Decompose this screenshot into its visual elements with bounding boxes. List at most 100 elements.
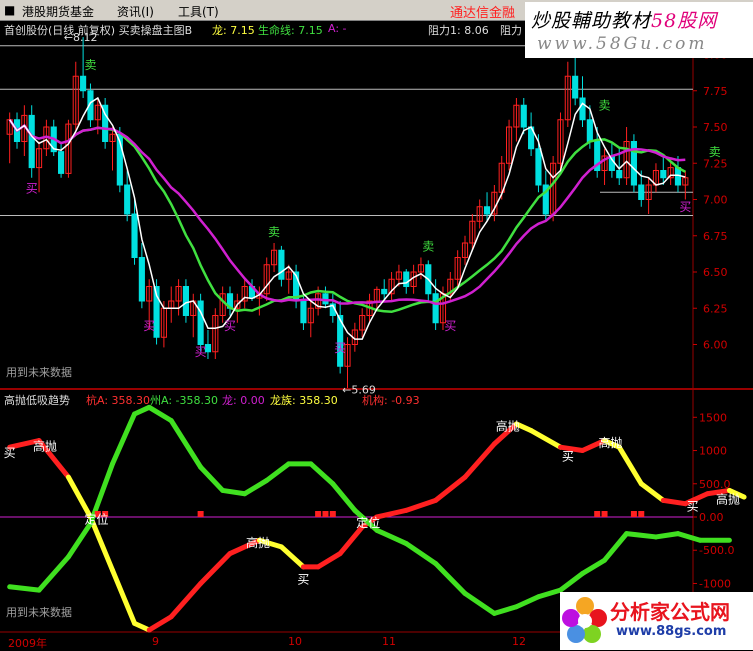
slow-ma-line: [8, 119, 686, 306]
buy-signal: 买: [334, 341, 346, 355]
watermark-58gu-brand: 58股网: [651, 10, 718, 32]
menu-item-tools[interactable]: 工具(T): [178, 3, 219, 20]
watermark-58gu-text: 炒股輔助教材: [531, 10, 652, 32]
date-label-12: 12: [512, 635, 526, 648]
candle-body: [483, 206, 491, 215]
osc-line-b: [403, 541, 439, 567]
sub-legend-ka: 杭A: 358.30: [86, 394, 151, 407]
candle-body: [535, 148, 542, 186]
date-label-9: 9: [152, 635, 159, 648]
osc-line-b: [264, 461, 292, 483]
osc-line-a2: [462, 441, 497, 480]
osc-line-b: [65, 521, 93, 560]
candle-body: [586, 119, 593, 142]
price-tick-label: 6.50: [703, 266, 728, 279]
main-legend-life-line: 生命线: 7.15: [258, 24, 323, 37]
buy-signal: 买: [26, 181, 38, 195]
osc-line-b: [491, 604, 519, 616]
osc-line-b: [220, 487, 248, 497]
osc-line-b: [36, 554, 71, 593]
date-label-year: 2009年: [8, 637, 47, 650]
osc-tick-label: 0.00: [699, 511, 724, 524]
osc-line-b: [653, 531, 681, 540]
osc-line-a2: [198, 551, 233, 586]
candle-body: [131, 213, 138, 258]
price-tick-label: 7.75: [703, 85, 728, 98]
osc-line-b: [242, 477, 270, 497]
sub-legend-opp: 机构: -0.93: [362, 394, 420, 407]
osc-tick-label: -500.0: [699, 544, 734, 557]
date-label-10: 10: [288, 635, 302, 648]
buy-signal: 买: [195, 345, 207, 359]
osc-high-sell-label: 高抛: [496, 419, 520, 434]
watermark-58gu-url: www.58Gu.com: [537, 34, 708, 54]
osc-line-a2: [278, 544, 306, 570]
sell-signal: 卖: [599, 99, 611, 113]
candle-body: [300, 300, 307, 324]
sell-signal: 卖: [422, 239, 434, 253]
osc-buy-label: 买: [4, 446, 16, 460]
panel-separator: [0, 388, 753, 390]
candle-body: [28, 114, 35, 169]
osc-line-b: [557, 571, 586, 593]
osc-bar: [329, 511, 336, 517]
chart-area[interactable]: 8.007.757.507.257.006.756.506.256.001500…: [0, 20, 753, 650]
menu-icon[interactable]: ■: [4, 3, 15, 17]
buy-signal: 买: [143, 319, 155, 333]
flower-logo-icon: [562, 597, 607, 643]
osc-bar: [315, 511, 322, 517]
osc-line-b: [308, 461, 336, 487]
osc-tick-label: 1000: [699, 445, 727, 458]
osc-line-a2: [337, 524, 365, 557]
buy-signal: 买: [679, 200, 691, 214]
life-line: [67, 126, 686, 314]
main-legend-long: 龙: 7.15: [212, 24, 255, 37]
candle-body: [520, 104, 527, 128]
candle-body: [572, 75, 579, 99]
menu-item-news[interactable]: 资讯(I): [117, 3, 154, 20]
buy-signal: 买: [224, 319, 236, 333]
osc-line-b: [168, 418, 204, 470]
osc-line-b: [198, 464, 226, 493]
menu-item-hk-futures[interactable]: 港股期货基金: [22, 3, 94, 20]
osc-line-a2: [433, 474, 468, 503]
osc-line-a2: [528, 428, 563, 450]
osc-line-a2: [660, 497, 688, 507]
price-tick-label: 6.25: [703, 302, 728, 315]
candle-body: [80, 75, 87, 92]
osc-line-b: [433, 561, 468, 596]
price-tick-label: 6.75: [703, 230, 728, 243]
price-tick-label: 7.25: [703, 157, 728, 170]
osc-line-a: [109, 567, 138, 626]
osc-line-b: [374, 527, 409, 547]
osc-bar: [197, 511, 204, 517]
osc-line-b: [624, 531, 659, 540]
candle-body: [138, 257, 145, 302]
candle-body: [58, 151, 65, 174]
osc-high-sell-label: 高抛: [599, 435, 623, 450]
candle-body: [432, 293, 439, 324]
candle-body: [381, 288, 388, 295]
osc-line-a2: [638, 481, 666, 503]
sell-signal: 卖: [268, 225, 280, 239]
osc-tick-label: 1500: [699, 411, 727, 424]
osc-bar: [638, 511, 645, 517]
osc-bar: [601, 511, 608, 517]
sub-legend-za: 州A: -358.30: [150, 394, 218, 407]
osc-line-b: [602, 531, 630, 563]
date-label-11: 11: [382, 635, 396, 648]
main-legend-resist1: 阻力1: 8.06: [428, 24, 489, 37]
osc-line-b: [109, 411, 138, 467]
buy-signal: 买: [444, 319, 456, 333]
osc-line-b: [535, 587, 563, 600]
price-tick-label: 7.50: [703, 121, 728, 134]
osc-line-b: [675, 531, 703, 543]
candle-body: [579, 97, 586, 121]
broker-alert-text: 通达信金融: [450, 6, 516, 21]
future-data-label-bottom: 用到未来数据: [6, 606, 72, 619]
osc-high-sell-label: 高抛: [246, 535, 270, 550]
sell-signal: 卖: [84, 58, 96, 72]
osc-line-b: [462, 590, 497, 616]
osc-line-a2: [374, 507, 409, 520]
osc-bar: [630, 511, 637, 517]
